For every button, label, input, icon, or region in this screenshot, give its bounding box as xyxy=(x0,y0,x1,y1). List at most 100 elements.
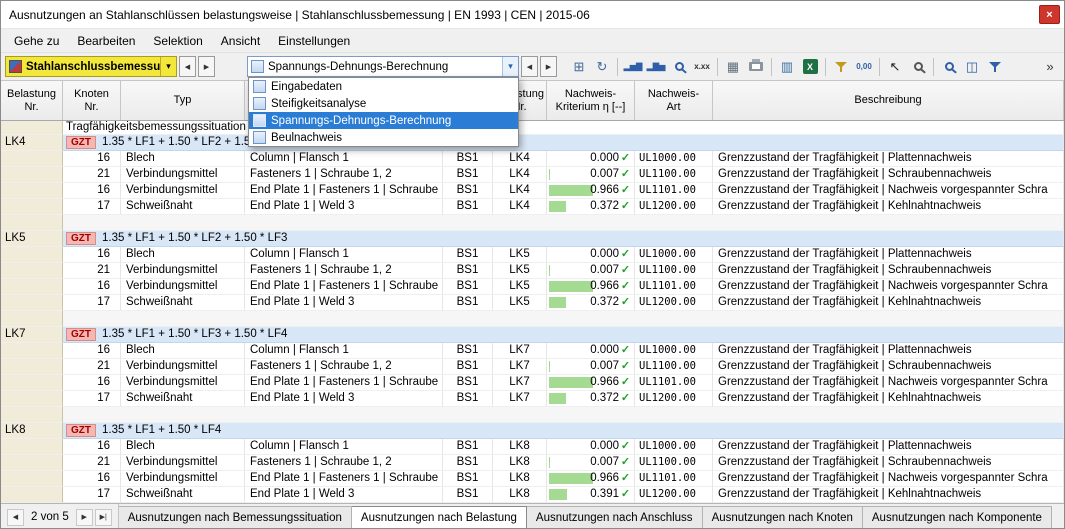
group-header-row[interactable]: LK8 GZT 1.35 * LF1 + 1.50 * LF4 xyxy=(1,423,1064,439)
module-next-button[interactable] xyxy=(198,56,215,77)
row-label-cell xyxy=(1,439,63,455)
table-row[interactable]: 16 Blech Column | Flansch 1 BS1 LK8 0.000 ✓ UL1… xyxy=(1,439,1064,455)
search-icon[interactable] xyxy=(908,56,928,78)
module-prev-button[interactable] xyxy=(179,56,196,77)
calculation-next-button[interactable] xyxy=(540,56,557,77)
table-row[interactable]: 16 Verbindungsmittel End Plate 1 | Fastene… xyxy=(1,183,1064,199)
menu-item-selektion[interactable]: Selektion xyxy=(144,31,211,51)
previous-page-button[interactable] xyxy=(7,508,24,526)
bemessungssituation-cell: BS1 xyxy=(443,391,493,407)
bemessungssituation-cell: BS1 xyxy=(443,279,493,295)
group-header-row[interactable]: LK4 GZT 1.35 * LF1 + 1.50 * LF2 + 1.50 * L… xyxy=(1,135,1064,151)
nachweis-art-cell: UL1101.00 xyxy=(635,183,713,199)
table-row[interactable]: 21 Verbindungsmittel Fasteners 1 | Schraub… xyxy=(1,359,1064,375)
menu-item-gehe-zu[interactable]: Gehe zu xyxy=(5,31,68,51)
bemessungssituation-cell: BS1 xyxy=(443,263,493,279)
bemessungssituation-cell: BS1 xyxy=(443,183,493,199)
table-row[interactable]: 16 Blech Column | Flansch 1 BS1 LK4 0.000 ✓ UL1… xyxy=(1,151,1064,167)
close-button[interactable]: × xyxy=(1039,5,1060,24)
pointer-icon[interactable]: ↖ xyxy=(885,56,905,78)
table-row[interactable]: 17 Schweißnaht End Plate 1 | Weld 3 BS1 LK4 0… xyxy=(1,199,1064,215)
table-row[interactable]: 16 Verbindungsmittel End Plate 1 | Fastene… xyxy=(1,279,1064,295)
table-row[interactable]: 17 Schweißnaht End Plate 1 | Weld 3 BS1 LK5 0… xyxy=(1,295,1064,311)
table-row[interactable]: 21 Verbindungsmittel Fasteners 1 | Schraub… xyxy=(1,455,1064,471)
typ-cell: Verbindungsmittel xyxy=(121,359,245,375)
header-belastung-nr[interactable]: Belastung Nr. xyxy=(1,81,63,120)
table-row[interactable]: 16 Blech Column | Flansch 1 BS1 LK7 0.000 ✓ UL1… xyxy=(1,343,1064,359)
knoten-cell: 17 xyxy=(63,295,121,311)
bemessungssituation-cell: BS1 xyxy=(443,439,493,455)
next-page-button[interactable] xyxy=(75,508,93,526)
result-diagram-icon[interactable]: ▂▅▇ xyxy=(623,56,643,78)
dropdown-item-label: Beulnachweis xyxy=(271,131,342,144)
table-row[interactable]: 21 Verbindungsmittel Fasteners 1 | Schraub… xyxy=(1,167,1064,183)
toolbar-separator xyxy=(879,57,880,76)
row-label-cell xyxy=(1,279,63,295)
nachweis-kriterium-cell: 0.966 ✓ xyxy=(547,279,635,295)
module-combo[interactable]: Stahlanschlussbemessung xyxy=(5,56,177,77)
decimal-places-icon[interactable]: 0,00 xyxy=(854,56,874,78)
group-combination-cell: GZT 1.35 * LF1 + 1.50 * LF2 + 1.50 * LF3 … xyxy=(63,135,1064,151)
nachweis-art-cell: UL1000.00 xyxy=(635,343,713,359)
table-row[interactable]: 16 Verbindungsmittel End Plate 1 | Fastene… xyxy=(1,375,1064,391)
filter-icon[interactable] xyxy=(831,56,851,78)
toolbar-separator xyxy=(717,57,718,76)
header-nachweis-kriterium[interactable]: Nachweis- Kriterium η [--] xyxy=(547,81,635,120)
bemessungssituation-cell: BS1 xyxy=(443,343,493,359)
dropdown-item-eingabedaten[interactable]: Eingabedaten xyxy=(249,78,518,95)
last-page-button[interactable] xyxy=(94,508,112,526)
beschreibung-cell: Grenzzustand der Tragfähigkeit | Platten… xyxy=(713,439,1064,455)
menu-item-einstellungen[interactable]: Einstellungen xyxy=(269,31,359,51)
knoten-cell: 21 xyxy=(63,263,121,279)
calculation-prev-button[interactable] xyxy=(521,56,538,77)
result-diagram-member-icon[interactable]: ▂▇▅ xyxy=(646,56,666,78)
group-header-row[interactable]: LK7 GZT 1.35 * LF1 + 1.50 * LF3 + 1.50 * L… xyxy=(1,327,1064,343)
header-nachweis-art[interactable]: Nachweis- Art xyxy=(635,81,713,120)
eta-value: 0.372 xyxy=(590,392,619,404)
tab-ausnutzungen-nach-komponente[interactable]: Ausnutzungen nach Komponente xyxy=(862,506,1052,528)
group-id-cell: LK7 xyxy=(1,327,63,343)
panels-icon[interactable]: ◫ xyxy=(962,56,982,78)
copy-table-icon[interactable]: ⊞ xyxy=(569,56,589,78)
nachweis-kriterium-cell: 0.007 ✓ xyxy=(547,359,635,375)
toolbar-icons: ⊞ ↻ ▂▅▇ ▂▇▅ x.xx ▦ ▥ X 0,00 ↖ ◫ » xyxy=(569,56,1060,78)
beschreibung-cell: Grenzzustand der Tragfähigkeit | Nachwei… xyxy=(713,471,1064,487)
header-knoten-nr[interactable]: Knoten Nr. xyxy=(63,81,121,120)
menu-item-ansicht[interactable]: Ansicht xyxy=(212,31,269,51)
dropdown-item-steifigkeitsanalyse[interactable]: Steifigkeitsanalyse xyxy=(249,95,518,112)
tab-ausnutzungen-nach-bemessungssituation[interactable]: Ausnutzungen nach Bemessungssituation xyxy=(118,506,352,528)
result-chart-icon[interactable]: ▥ xyxy=(777,56,797,78)
combination-formula: 1.35 * LF1 + 1.50 * LF2 + 1.50 * LF3 xyxy=(102,232,288,244)
typ-cell: Verbindungsmittel xyxy=(121,167,245,183)
header-typ[interactable]: Typ xyxy=(121,81,245,120)
filter-results-icon[interactable] xyxy=(985,56,1005,78)
typ-cell: Verbindungsmittel xyxy=(121,471,245,487)
dropdown-item-beulnachweis[interactable]: Beulnachweis xyxy=(249,129,518,146)
recalculate-icon[interactable]: ↻ xyxy=(592,56,612,78)
table-row[interactable]: 17 Schweißnaht End Plate 1 | Weld 3 BS1 LK8 0… xyxy=(1,487,1064,503)
table-row[interactable]: 21 Verbindungsmittel Fasteners 1 | Schraub… xyxy=(1,263,1064,279)
nachweis-kriterium-cell: 0.372 ✓ xyxy=(547,295,635,311)
more-buttons-icon[interactable]: » xyxy=(1040,56,1060,78)
calculation-combo[interactable]: Spannungs-Dehnungs-Berechnung xyxy=(247,56,519,77)
table-row[interactable]: 17 Schweißnaht End Plate 1 | Weld 3 BS1 LK7 0… xyxy=(1,391,1064,407)
tab-ausnutzungen-nach-knoten[interactable]: Ausnutzungen nach Knoten xyxy=(702,506,863,528)
tab-ausnutzungen-nach-belastung[interactable]: Ausnutzungen nach Belastung xyxy=(351,506,527,528)
extreme-values-icon[interactable]: x.xx xyxy=(692,56,712,78)
group-header-row[interactable]: LK5 GZT 1.35 * LF1 + 1.50 * LF2 + 1.50 * L… xyxy=(1,231,1064,247)
belastung-cell: LK8 xyxy=(493,439,547,455)
header-beschreibung[interactable]: Beschreibung xyxy=(713,81,1064,120)
menu-item-bearbeiten[interactable]: Bearbeiten xyxy=(68,31,144,51)
tables-icon[interactable]: ▦ xyxy=(723,56,743,78)
excel-export-icon[interactable]: X xyxy=(800,56,820,78)
table-row[interactable]: 16 Blech Column | Flansch 1 BS1 LK5 0.000 ✓ UL1… xyxy=(1,247,1064,263)
komponente-cell: Column | Flansch 1 xyxy=(245,439,443,455)
tab-ausnutzungen-nach-anschluss[interactable]: Ausnutzungen nach Anschluss xyxy=(526,506,703,528)
zoom-icon[interactable] xyxy=(939,56,959,78)
eta-value: 0.966 xyxy=(590,280,619,292)
nachweis-kriterium-cell: 0.966 ✓ xyxy=(547,375,635,391)
dropdown-item-spannungs-dehnungs-berechnung[interactable]: Spannungs-Dehnungs-Berechnung xyxy=(249,112,518,129)
print-icon[interactable] xyxy=(746,56,766,78)
table-row[interactable]: 16 Verbindungsmittel End Plate 1 | Fastene… xyxy=(1,471,1064,487)
stress-view-icon[interactable] xyxy=(669,56,689,78)
